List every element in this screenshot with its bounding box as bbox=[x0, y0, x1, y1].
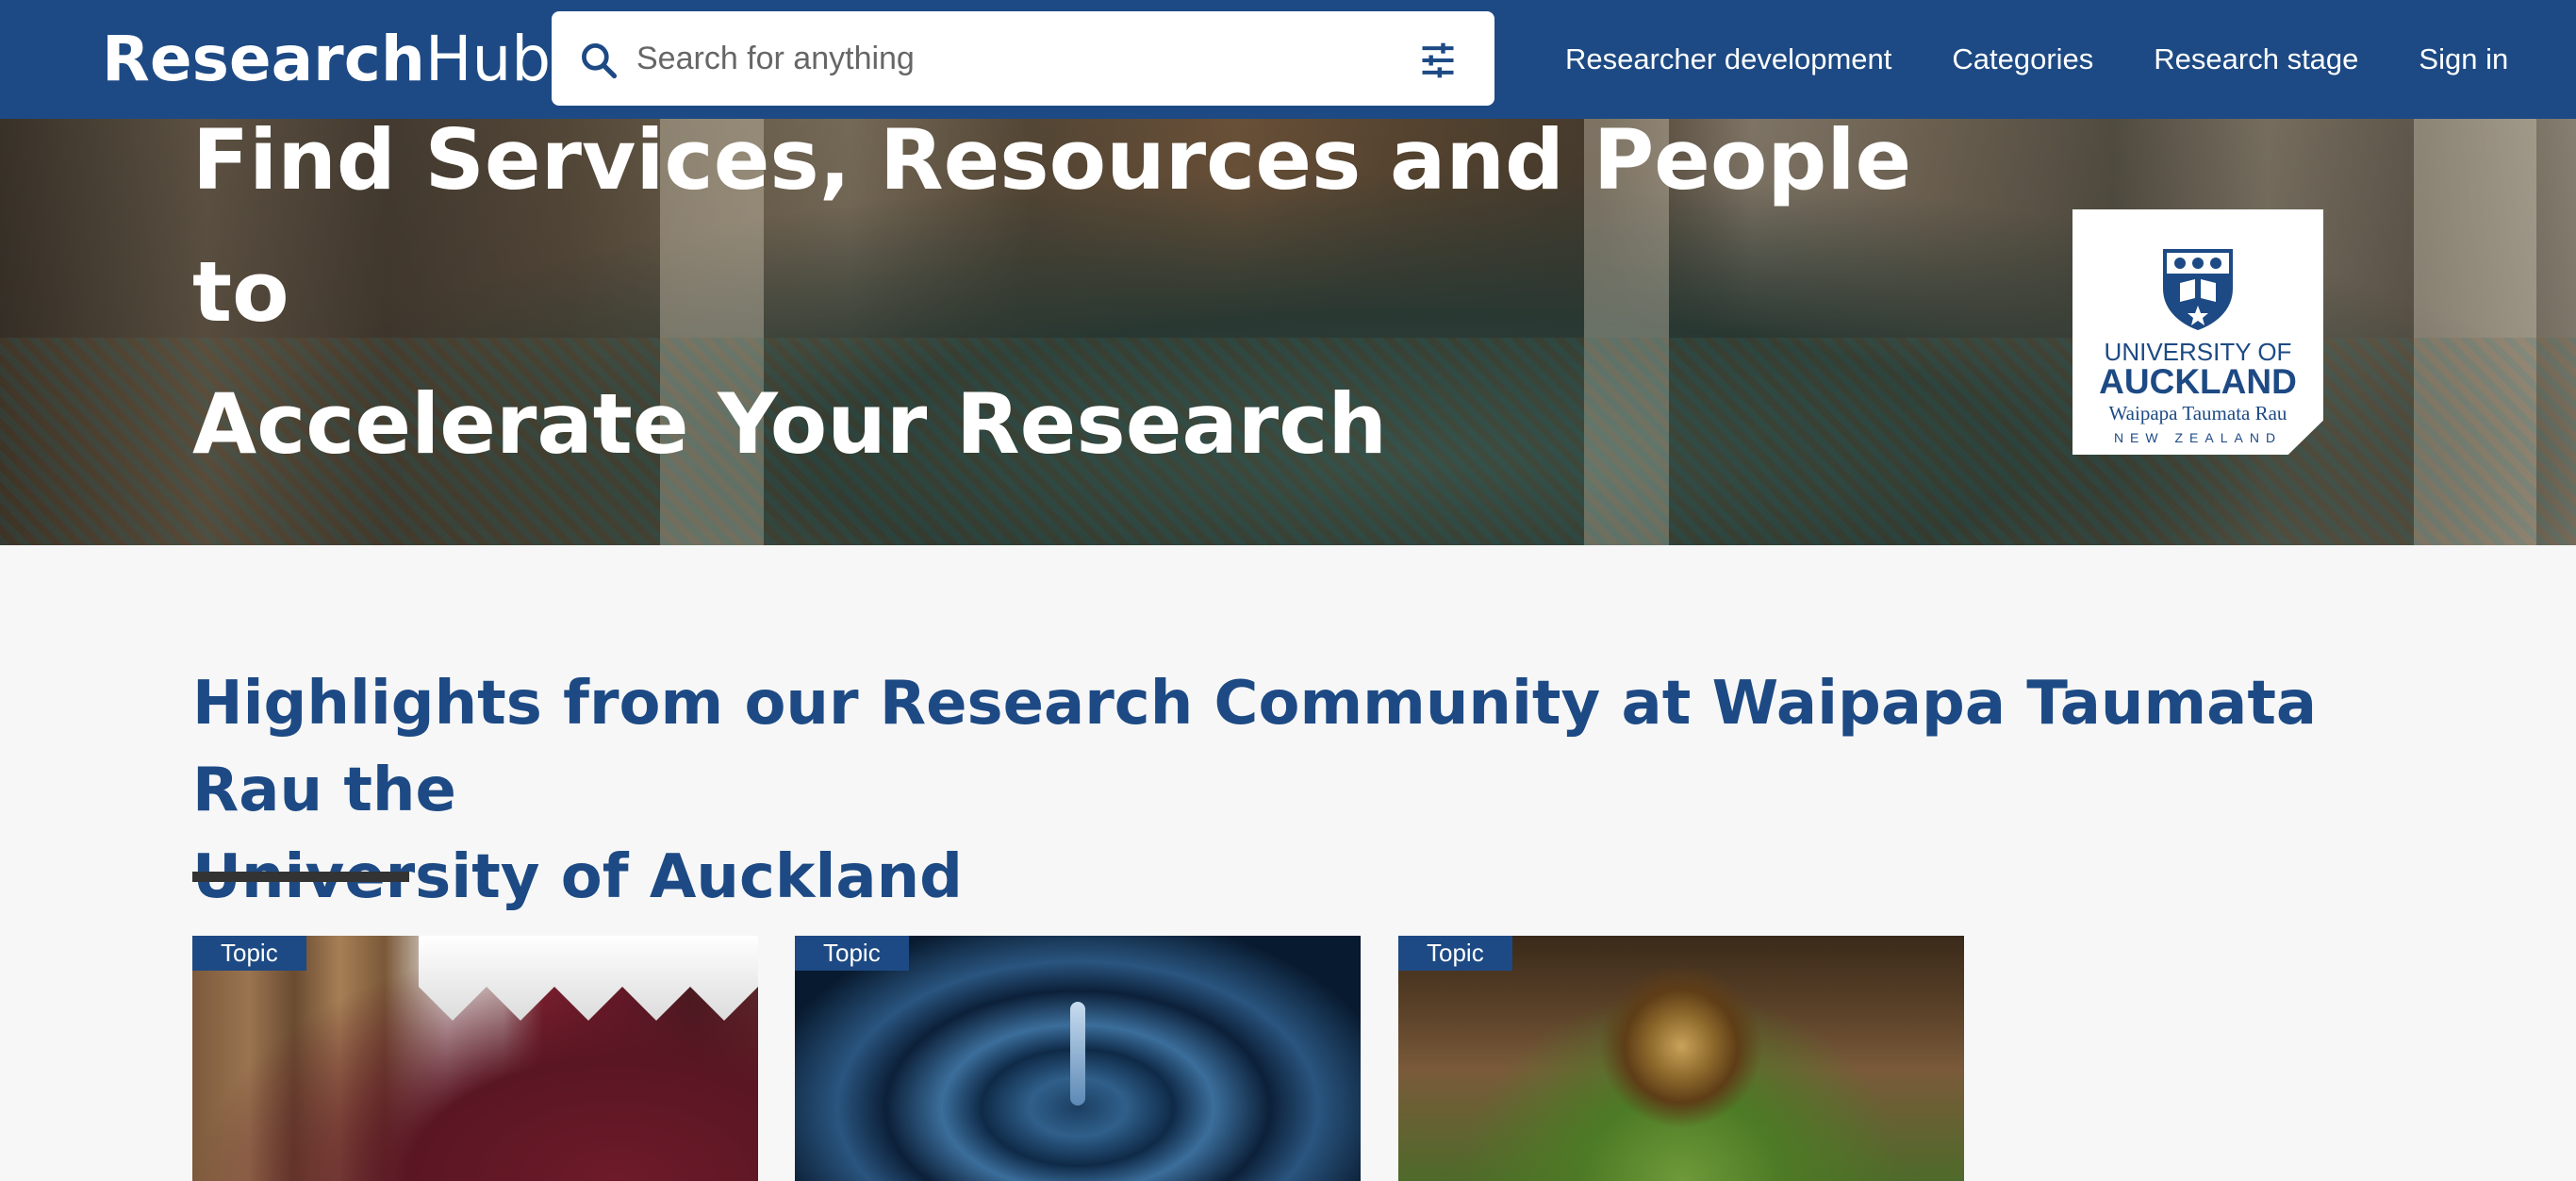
logo-text-new-zealand: NEW ZEALAND bbox=[2113, 430, 2283, 445]
highlight-card[interactable]: Topic bbox=[795, 936, 1361, 1181]
card-image-feather-cloak bbox=[192, 936, 758, 1181]
university-of-auckland-logo[interactable]: UNIVERSITY OF AUCKLAND Waipapa Taumata R… bbox=[2072, 209, 2323, 455]
highlights-heading-line-2: University of Auckland bbox=[192, 842, 963, 912]
logo-text-waipapa: Waipapa Taumata Rau bbox=[2108, 402, 2287, 424]
card-image-water-drop bbox=[795, 936, 1361, 1181]
hero-title-line-1: Find Services, Resources and People to bbox=[192, 111, 1912, 341]
hero-title: Find Services, Resources and People to A… bbox=[192, 94, 1984, 491]
nav-categories[interactable]: Categories bbox=[1952, 42, 2093, 76]
card-topic-tag: Topic bbox=[192, 936, 306, 971]
card-image-fern-koru bbox=[1398, 936, 1964, 1181]
hero-title-line-2: Accelerate Your Research bbox=[192, 375, 1388, 473]
logo-text-auckland: AUCKLAND bbox=[2099, 362, 2297, 401]
card-topic-tag: Topic bbox=[1398, 936, 1512, 971]
filter-sliders-icon[interactable] bbox=[1417, 40, 1459, 81]
search-icon[interactable] bbox=[578, 40, 619, 81]
search-input[interactable] bbox=[636, 30, 1391, 87]
nav-researcher-development[interactable]: Researcher development bbox=[1565, 42, 1891, 76]
highlights-heading: Highlights from our Research Community a… bbox=[192, 660, 2361, 921]
highlight-card[interactable]: Topic bbox=[1398, 936, 1964, 1181]
card-topic-tag: Topic bbox=[795, 936, 909, 971]
highlights-heading-line-1: Highlights from our Research Community a… bbox=[192, 669, 2318, 825]
brand-light-text: Hub bbox=[424, 23, 552, 95]
nav-research-stage[interactable]: Research stage bbox=[2154, 42, 2358, 76]
brand-bold-text: Research bbox=[102, 23, 425, 95]
heading-underline-divider bbox=[192, 872, 409, 882]
highlight-card[interactable]: Topic bbox=[192, 936, 758, 1181]
search-bar bbox=[552, 11, 1494, 106]
university-crest-icon bbox=[2163, 249, 2233, 330]
researchhub-logo[interactable]: ResearchHub bbox=[102, 26, 551, 92]
nav-sign-in[interactable]: Sign in bbox=[2419, 42, 2508, 76]
